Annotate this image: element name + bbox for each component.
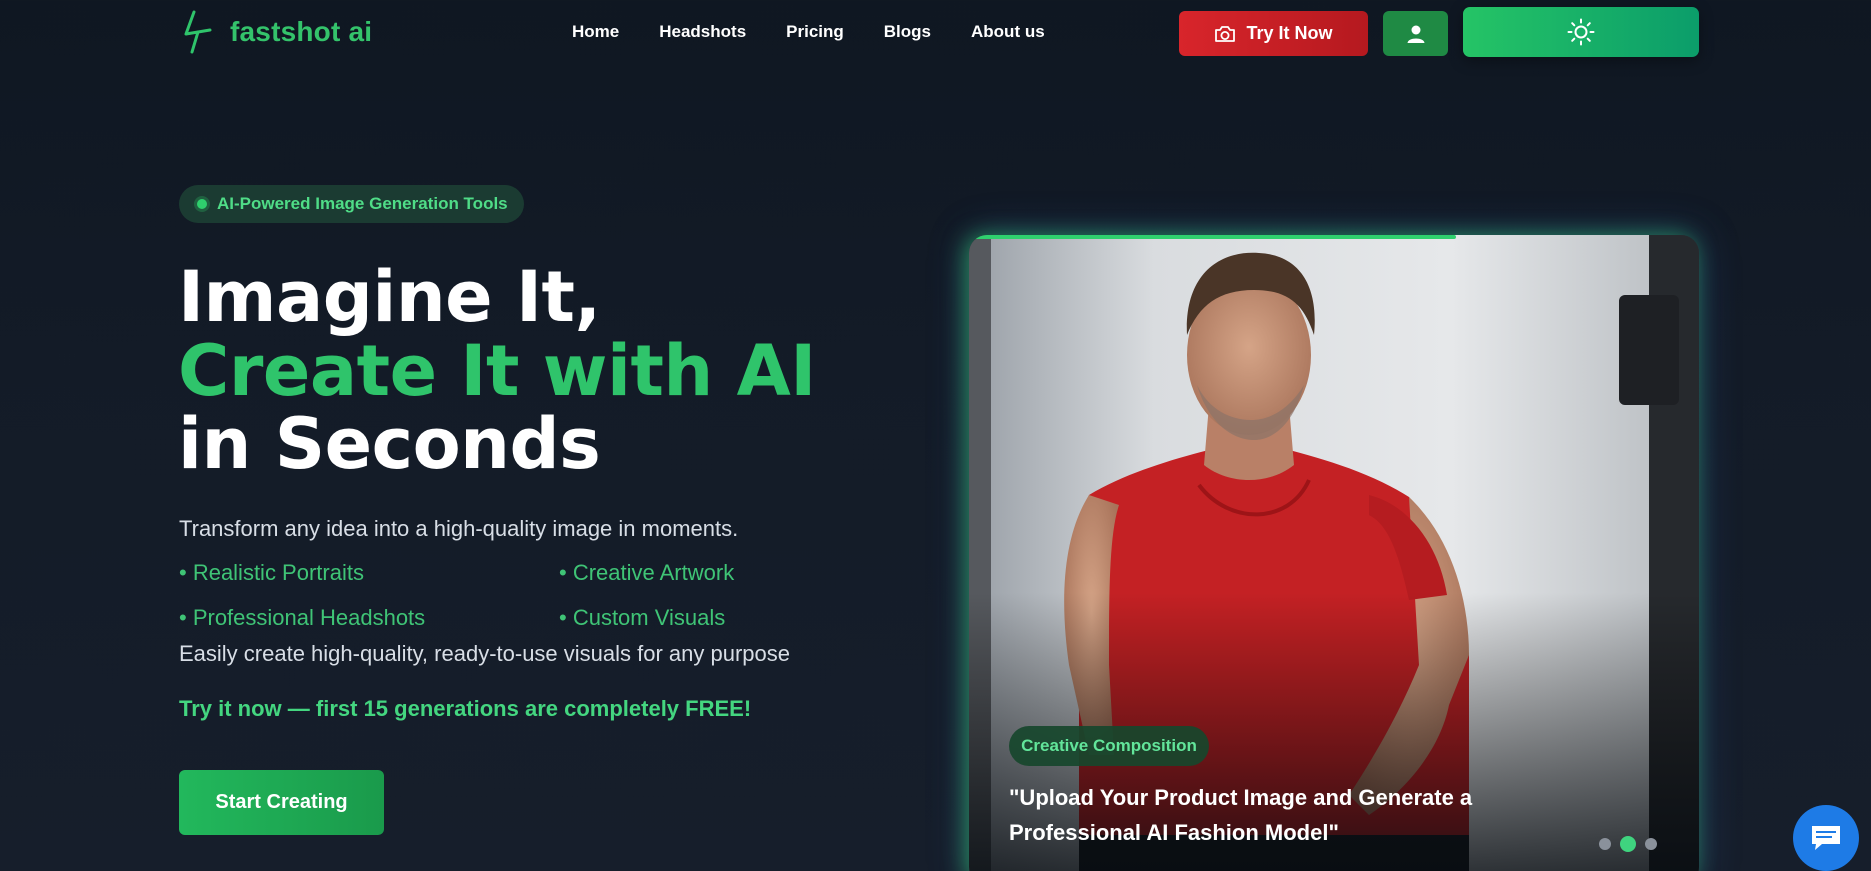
hero-title-line-3: in Seconds bbox=[178, 403, 601, 485]
nav-home[interactable]: Home bbox=[572, 22, 619, 42]
try-it-now-button[interactable]: Try It Now bbox=[1179, 11, 1368, 56]
hero-title-line-2: Create It with AI bbox=[178, 330, 816, 412]
lightning-icon bbox=[184, 10, 212, 54]
showcase-caption: "Upload Your Product Image and Generate … bbox=[1009, 785, 1473, 845]
carousel-dot-2[interactable] bbox=[1620, 836, 1636, 852]
chat-widget-button[interactable] bbox=[1793, 805, 1859, 871]
feature-badge: AI-Powered Image Generation Tools bbox=[179, 185, 524, 223]
brand-logo[interactable]: fastshot ai bbox=[182, 10, 372, 54]
feature-item: • Realistic Portraits bbox=[179, 560, 364, 585]
user-icon bbox=[1407, 25, 1424, 43]
nav-blogs[interactable]: Blogs bbox=[884, 22, 931, 42]
showcase-card: Creative Composition "Upload Your Produc… bbox=[969, 235, 1699, 871]
feature-item: • Professional Headshots bbox=[179, 605, 426, 630]
badge-label: AI-Powered Image Generation Tools bbox=[217, 194, 508, 213]
hero-lead: Transform any idea into a high-quality i… bbox=[179, 516, 739, 541]
sun-icon bbox=[1567, 18, 1595, 46]
showcase-tag: Creative Composition bbox=[1009, 726, 1209, 766]
showcase-image bbox=[969, 235, 1699, 871]
feature-item: • Custom Visuals bbox=[559, 605, 726, 630]
nav-headshots[interactable]: Headshots bbox=[659, 22, 746, 42]
try-it-now-label: Try It Now bbox=[1246, 23, 1333, 43]
hero-subtext: Easily create high-quality, ready-to-use… bbox=[179, 641, 791, 666]
top-navigation: fastshot ai Home Headshots Pricing Blogs… bbox=[0, 0, 1871, 66]
user-account-button[interactable] bbox=[1383, 11, 1448, 56]
theme-toggle-button[interactable] bbox=[1463, 7, 1699, 57]
start-creating-button[interactable]: Start Creating bbox=[179, 770, 384, 835]
free-promo-text: Try it now — first 15 generations are co… bbox=[179, 696, 752, 721]
carousel-dot-1[interactable] bbox=[1599, 838, 1611, 850]
hero-title-line-1: Imagine It, bbox=[178, 256, 601, 338]
chat-icon bbox=[1812, 826, 1840, 850]
carousel-dot-3[interactable] bbox=[1645, 838, 1657, 850]
status-dot bbox=[197, 199, 207, 209]
nav-about[interactable]: About us bbox=[971, 22, 1045, 42]
main-menu: Home Headshots Pricing Blogs About us bbox=[572, 22, 1085, 42]
slide-progress-bar bbox=[969, 235, 1456, 239]
camera-icon bbox=[1215, 25, 1236, 42]
feature-item: • Creative Artwork bbox=[559, 560, 735, 585]
nav-pricing[interactable]: Pricing bbox=[786, 22, 844, 42]
brand-name: fastshot ai bbox=[230, 16, 373, 47]
carousel-dots bbox=[1599, 836, 1657, 852]
